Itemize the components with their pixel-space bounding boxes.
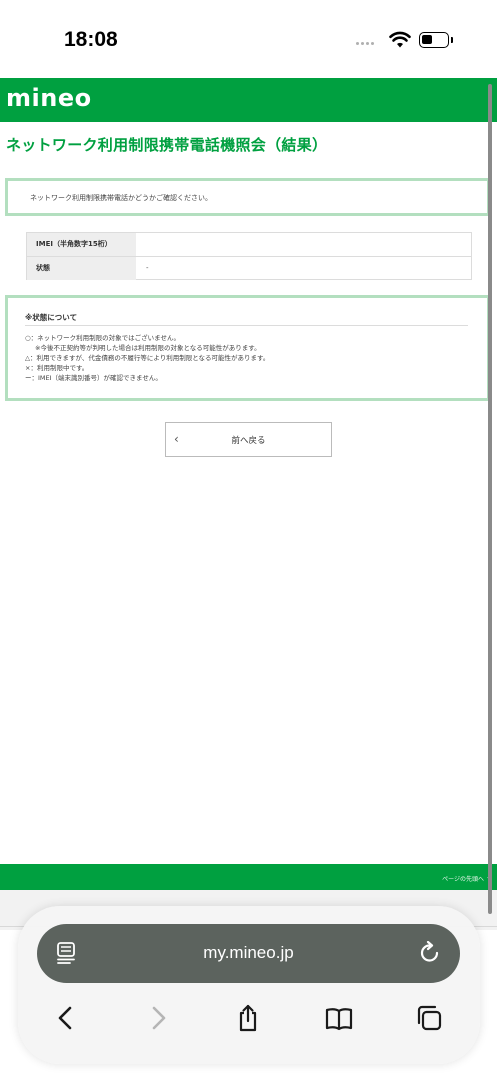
page-title: ネットワーク利用制限携帯電話機照会（結果） [6,136,328,154]
table-row: IMEI（半角数字15桁） [27,233,471,257]
divider [25,325,468,326]
status-label: 状態 [27,256,136,280]
info-table: IMEI（半角数字15桁） 状態 - [26,232,472,280]
site-header: mineo [0,78,497,122]
bookmarks-icon[interactable] [324,1003,354,1033]
status-legend-note: ※今後不正契約等が判明した場合は利用制限の対象となる可能性があります。 [35,344,261,352]
status-legend-item: ー：IMEI（端末識別番号）が確認できません。 [25,374,162,382]
imei-value [136,233,471,256]
cellular-signal-icon [356,42,374,45]
url-text: my.mineo.jp [203,943,294,962]
status-bar: 18:08 [0,0,497,78]
status-legend-box: ※状態について ○：ネットワーク利用制限の対象ではございません。 ※今後不正契約… [5,295,490,401]
back-button[interactable]: ‹ 前へ戻る [165,422,332,457]
scrollbar-thumb[interactable] [488,84,492,914]
mineo-logo[interactable]: mineo [6,84,92,112]
table-row: 状態 - [27,256,471,280]
status-legend-item: ○：ネットワーク利用制限の対象ではございません。 [25,334,180,342]
wifi-icon [389,31,411,48]
status-value: - [146,264,149,273]
status-legend-item: ×：利用制限中です。 [25,364,89,372]
battery-cap [451,37,453,43]
page-top-link[interactable]: ページの先頭へ ↑ [442,874,491,883]
reload-icon[interactable] [419,941,441,965]
status-legend-item: △：利用できますが、代金債務の不履行等により利用制限となる可能性があります。 [25,354,270,362]
share-icon[interactable] [233,1003,263,1033]
status-time: 18:08 [64,28,118,51]
address-bar[interactable]: my.mineo.jp [37,924,460,983]
battery-icon [419,32,449,48]
status-legend-title: ※状態について [25,313,78,322]
forward-icon[interactable] [143,1003,173,1033]
notice-box: ネットワーク利用制限携帯電話かどうかご確認ください。 [5,178,490,216]
status-legend-list: ○：ネットワーク利用制限の対象ではございません。 ※今後不正契約等が判明した場合… [25,333,480,383]
back-icon[interactable] [51,1003,81,1033]
site-footer: ページの先頭へ ↑ [0,864,497,890]
imei-label: IMEI（半角数字15桁） [27,233,136,256]
tabs-icon[interactable] [414,1003,444,1033]
back-button-label: 前へ戻る [231,436,266,446]
notice-text: ネットワーク利用制限携帯電話かどうかご確認ください。 [30,194,212,202]
